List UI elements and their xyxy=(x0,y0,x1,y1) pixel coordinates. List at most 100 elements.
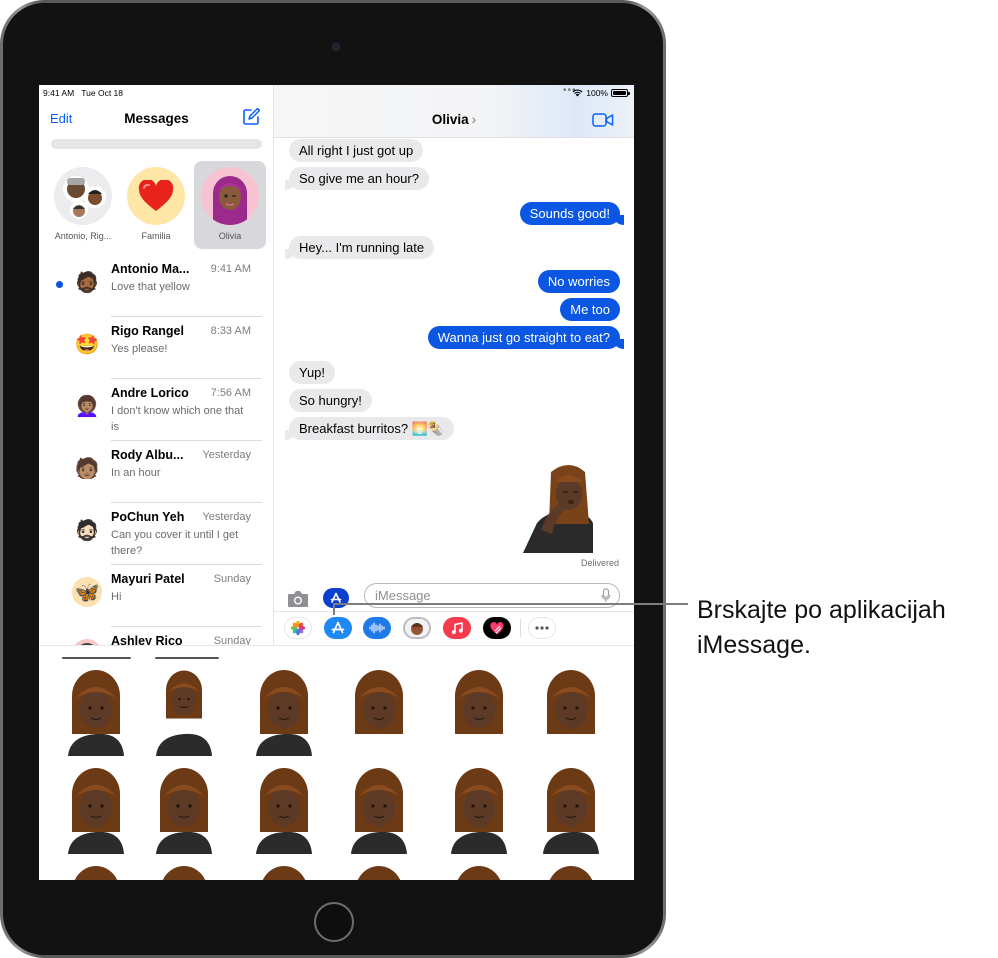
status-time: 9:41 AM Tue Oct 18 xyxy=(43,88,124,98)
message-bubble-incoming[interactable]: So give me an hour? xyxy=(285,167,429,190)
conversation-row[interactable]: 🦋 Mayuri Patel Sunday Hi xyxy=(39,565,274,627)
app-store[interactable] xyxy=(324,617,352,639)
sidebar-title: Messages xyxy=(124,111,189,126)
memoji-sticker-drawer xyxy=(39,646,634,880)
photos-icon xyxy=(290,620,306,636)
microphone-icon[interactable] xyxy=(601,588,611,603)
search-field[interactable] xyxy=(51,139,262,149)
app-digital-touch[interactable] xyxy=(483,617,511,639)
contact-name: Andre Lorico xyxy=(111,386,189,400)
app-more[interactable] xyxy=(528,617,556,639)
memoji-sticker-partial[interactable] xyxy=(531,864,611,880)
conversation-row[interactable]: 👩🏽‍🦱 Andre Lorico 7:56 AM I don't know w… xyxy=(39,379,274,441)
avatar: 👩🏽‍🦱 xyxy=(74,395,100,418)
message-bubble-incoming[interactable]: So hungry! xyxy=(289,389,372,412)
memoji-sticker-meditating[interactable] xyxy=(144,668,224,756)
drawer-tab[interactable] xyxy=(155,657,219,659)
memoji-sticker-crossed-arms-no[interactable] xyxy=(531,766,611,854)
message-preview: Love that yellow xyxy=(111,281,190,293)
avatar: 🤩 xyxy=(74,333,100,356)
contact-name: Olivia xyxy=(431,112,469,127)
imessage-app-drawer xyxy=(274,611,634,645)
memoji-pink-hair-icon xyxy=(213,176,247,225)
status-indicators: 100% xyxy=(572,88,630,98)
conversation-row[interactable]: 🧔🏾 Antonio Ma... 9:41 AM Love that yello… xyxy=(39,255,274,317)
status-date: Tue Oct 18 xyxy=(81,88,124,98)
contact-name: Mayuri Patel xyxy=(111,572,185,586)
memoji-sticker-partial[interactable] xyxy=(439,864,519,880)
memoji-sticker-partial[interactable] xyxy=(144,864,224,880)
pinned-conversations: Antonio, Rig... Familia Olivia xyxy=(39,161,274,251)
pinned-label: Antonio, Rig... xyxy=(54,231,112,241)
camera-icon[interactable] xyxy=(287,590,309,608)
pinned-item-familia[interactable]: Familia xyxy=(120,161,192,249)
avatar: 🧔🏾 xyxy=(74,271,100,294)
conversation-row[interactable]: 🧑🏽 Rody Albu... Yesterday In an hour xyxy=(39,441,274,503)
group-memoji-icon xyxy=(63,176,106,219)
sent-memoji-sticker[interactable] xyxy=(521,460,613,553)
drawer-tab[interactable] xyxy=(62,657,131,659)
memoji-sticker-nervous-bite-nail[interactable] xyxy=(244,668,324,756)
front-camera xyxy=(332,43,340,51)
avatar: 🧑🏽 xyxy=(74,457,100,480)
conversation-row[interactable]: 🧔🏻 PoChun Yeh Yesterday Can you cover it… xyxy=(39,503,274,565)
pinned-label: Familia xyxy=(141,231,171,241)
app-audio-message[interactable] xyxy=(363,617,391,639)
callout-text: Brskajte po aplikacijah iMessage. xyxy=(697,596,946,659)
contact-title-button[interactable]: Olivia › xyxy=(274,112,634,127)
message-bubble-outgoing[interactable]: Sounds good! xyxy=(519,202,625,225)
message-bubble-incoming[interactable]: Yup! xyxy=(289,361,336,384)
timestamp: Yesterday xyxy=(202,511,251,523)
battery-icon xyxy=(611,89,630,97)
callout-line-vertical xyxy=(333,603,335,615)
memoji-sticker-hand-over-mouth[interactable] xyxy=(244,766,324,854)
conversation-row[interactable]: 🤩 Rigo Rangel 8:33 AM Yes please! xyxy=(39,317,274,379)
compose-icon[interactable] xyxy=(242,108,260,126)
pinned-item-olivia[interactable]: Olivia xyxy=(194,161,266,249)
message-bubble-incoming[interactable]: All right I just got up xyxy=(289,139,424,162)
memoji-sticker-partial[interactable] xyxy=(244,864,324,880)
memoji-icon xyxy=(411,623,423,635)
wifi-icon xyxy=(572,89,583,97)
heart-icon xyxy=(490,621,504,634)
message-bubble-outgoing[interactable]: Me too xyxy=(560,298,620,321)
chat-pane: ••• 100% Olivia › All right I just got u… xyxy=(274,85,634,645)
contact-name: Antonio Ma... xyxy=(111,262,190,276)
ipad-device: 9:41 AM Tue Oct 18 Edit Messages Antonio… xyxy=(0,0,666,958)
timestamp: 7:56 AM xyxy=(210,387,251,399)
group-avatar xyxy=(54,167,112,225)
app-music[interactable] xyxy=(443,617,471,639)
home-button[interactable] xyxy=(314,902,354,942)
screen: 9:41 AM Tue Oct 18 Edit Messages Antonio… xyxy=(39,85,634,880)
more-icon xyxy=(535,626,549,630)
message-preview: Hi xyxy=(111,591,122,603)
chevron-right-icon: › xyxy=(471,112,477,127)
apps-button[interactable] xyxy=(323,588,349,608)
timestamp: Sunday xyxy=(213,573,251,585)
message-bubble-outgoing[interactable]: Wanna just go straight to eat? xyxy=(427,326,625,349)
ipad-bezel: 9:41 AM Tue Oct 18 Edit Messages Antonio… xyxy=(3,3,663,955)
message-bubble-incoming[interactable]: Hey... I'm running late xyxy=(284,236,435,259)
memoji-sticker-peace-sign[interactable] xyxy=(531,668,611,756)
timestamp: 9:41 AM xyxy=(210,263,251,275)
app-photos[interactable] xyxy=(284,617,312,639)
pinned-item-group[interactable]: Antonio, Rig... xyxy=(47,161,119,249)
heart-icon xyxy=(138,180,174,211)
memoji-sticker-partial[interactable] xyxy=(339,864,419,880)
battery-percent: 100% xyxy=(586,88,608,98)
memoji-sticker-thumbs-down[interactable] xyxy=(439,668,519,756)
memoji-sticker-thumbs-up[interactable] xyxy=(339,668,419,756)
memoji-sticker-hand-on-cheek[interactable] xyxy=(56,668,136,756)
timestamp: Yesterday xyxy=(202,449,251,461)
message-bubble-outgoing[interactable]: No worries xyxy=(537,270,620,293)
memoji-sticker-shrug-palm-up[interactable] xyxy=(339,766,419,854)
memoji-sticker-praying-hands[interactable] xyxy=(439,766,519,854)
message-bubble-incoming[interactable]: Breakfast burritos? 🌅🌯 xyxy=(284,417,455,440)
memoji-sticker-partial[interactable] xyxy=(56,864,136,880)
music-icon xyxy=(451,621,463,634)
memoji-sticker-jazz-hands[interactable] xyxy=(56,766,136,854)
video-call-icon[interactable] xyxy=(592,113,614,127)
message-preview: I don't know which one that is xyxy=(111,405,244,433)
memoji-sticker-fist-bump[interactable] xyxy=(144,766,224,854)
app-memoji-stickers[interactable] xyxy=(403,617,431,639)
